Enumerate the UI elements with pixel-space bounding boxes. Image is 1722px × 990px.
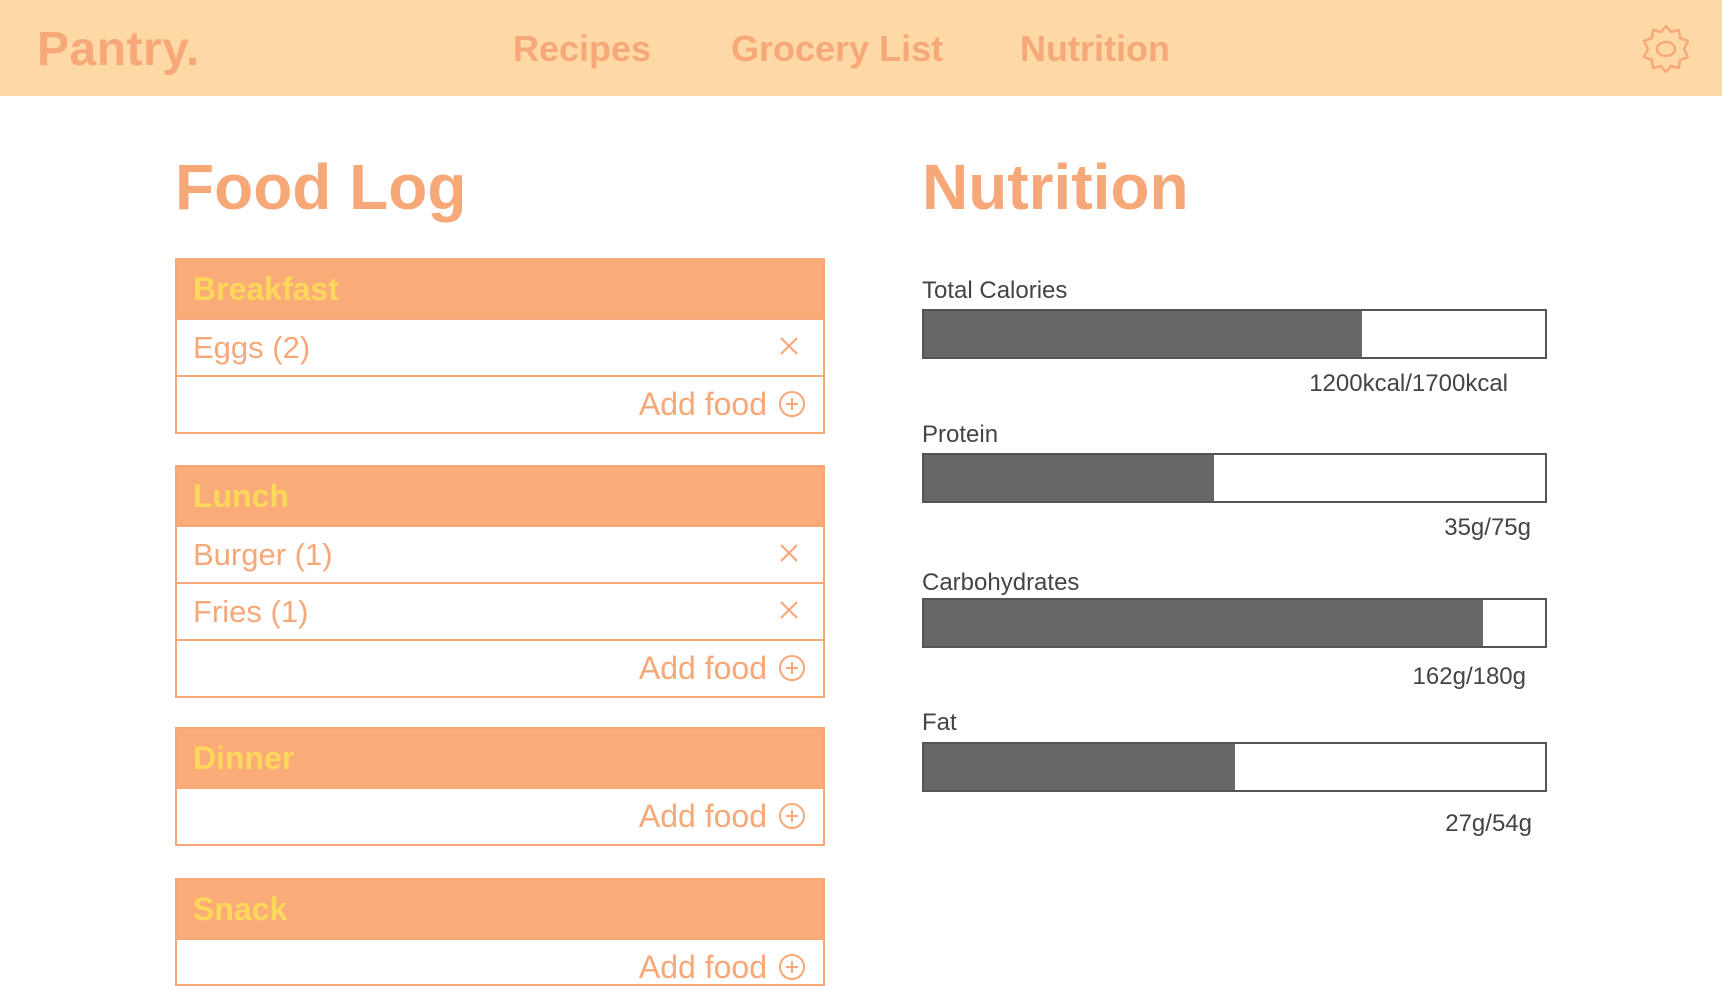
- progress-fill-protein: [924, 455, 1214, 501]
- add-food-label: Add food: [638, 650, 767, 686]
- progress-bar-calories: [922, 309, 1547, 359]
- nav-nutrition[interactable]: Nutrition: [1020, 28, 1170, 70]
- stat-value-protein: 35g/75g: [1444, 514, 1531, 541]
- add-food-label: Add food: [638, 798, 767, 834]
- stat-value-carbohydrates: 162g/180g: [1412, 663, 1526, 690]
- meal-card-snack: Snack Add food: [175, 878, 825, 986]
- add-food-label: Add food: [638, 386, 767, 422]
- add-food-button[interactable]: Add food: [177, 787, 823, 844]
- stat-value-fat: 27g/54g: [1445, 810, 1532, 837]
- add-food-button[interactable]: Add food: [177, 938, 823, 985]
- close-icon[interactable]: [775, 539, 803, 567]
- progress-bar-protein: [922, 453, 1547, 503]
- progress-bar-fat: [922, 742, 1547, 792]
- stat-value-calories: 1200kcal/1700kcal: [1309, 370, 1508, 397]
- plus-circle-icon: [777, 952, 807, 982]
- food-item: Burger (1): [177, 525, 823, 582]
- brand-logo[interactable]: Pantry.: [37, 22, 200, 77]
- plus-circle-icon: [777, 389, 807, 419]
- meal-header-dinner: Dinner: [177, 729, 823, 787]
- progress-fill-calories: [924, 311, 1363, 357]
- plus-circle-icon: [777, 801, 807, 831]
- meal-header-breakfast: Breakfast: [177, 260, 823, 318]
- progress-bar-carbohydrates: [922, 598, 1547, 648]
- stat-label-fat: Fat: [922, 709, 957, 736]
- meal-header-snack: Snack: [177, 880, 823, 938]
- close-icon[interactable]: [775, 596, 803, 624]
- add-food-button[interactable]: Add food: [177, 375, 823, 432]
- progress-fill-carbohydrates: [924, 600, 1483, 646]
- progress-fill-fat: [924, 744, 1235, 790]
- stat-label-calories: Total Calories: [922, 277, 1068, 304]
- meal-card-breakfast: Breakfast Eggs (2) Add food: [175, 258, 825, 434]
- plus-circle-icon: [777, 653, 807, 683]
- food-item: Eggs (2): [177, 318, 823, 375]
- close-icon[interactable]: [775, 332, 803, 360]
- food-log-title: Food Log: [175, 151, 467, 223]
- food-item-label: Eggs (2): [193, 330, 311, 365]
- meal-card-lunch: Lunch Burger (1) Fries (1) Add food: [175, 465, 825, 698]
- food-item-label: Burger (1): [193, 537, 333, 572]
- top-nav-bar: Pantry. Recipes Grocery List Nutrition: [0, 0, 1722, 96]
- meal-card-dinner: Dinner Add food: [175, 727, 825, 846]
- stat-label-carbohydrates: Carbohydrates: [922, 569, 1080, 596]
- gear-icon[interactable]: [1638, 22, 1694, 76]
- nutrition-title: Nutrition: [922, 151, 1189, 223]
- nav-grocery-list[interactable]: Grocery List: [731, 28, 943, 70]
- add-food-button[interactable]: Add food: [177, 639, 823, 696]
- stat-label-protein: Protein: [922, 421, 999, 448]
- add-food-label: Add food: [638, 949, 767, 985]
- food-item-label: Fries (1): [193, 594, 309, 629]
- food-item: Fries (1): [177, 582, 823, 639]
- nav-recipes[interactable]: Recipes: [513, 28, 651, 70]
- meal-header-lunch: Lunch: [177, 467, 823, 525]
